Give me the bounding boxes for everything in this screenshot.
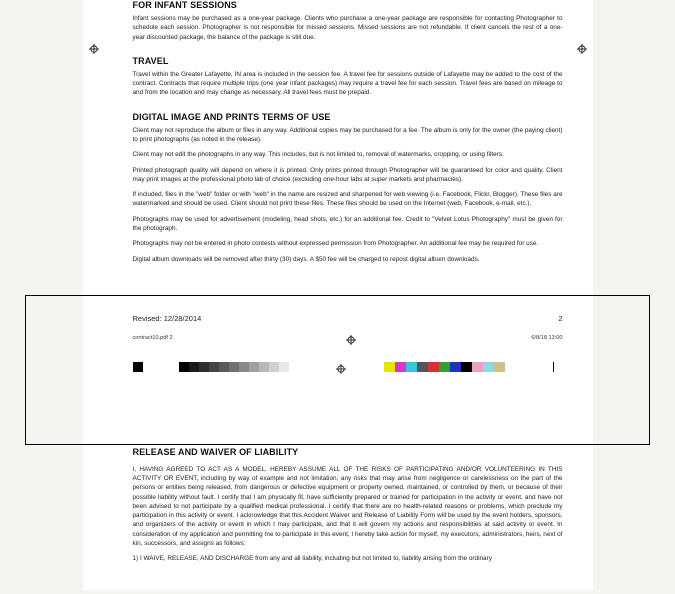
page-footer: Revised: 12/28/2014 2 (133, 314, 563, 323)
swatch (199, 362, 209, 372)
swatch (219, 362, 229, 372)
swatch (406, 362, 417, 372)
swatch (494, 362, 505, 372)
body-text: If included, files in the "web" folder o… (133, 190, 563, 209)
swatch (289, 362, 299, 372)
swatch (239, 362, 249, 372)
swatch (179, 362, 189, 372)
pdf-page-2: FOR INFANT SESSIONS Infant sessions may … (83, 0, 593, 393)
body-text: I, HAVING AGREED TO ACT AS A MODEL, HERE… (133, 465, 563, 549)
section-heading-digital: DIGITAL IMAGE AND PRINTS TERMS OF USE (133, 112, 563, 122)
pdf-page-3: RELEASE AND WAIVER OF LIABILITY I, HAVIN… (83, 393, 593, 590)
body-text: Digital album downloads will be removed … (133, 255, 563, 264)
swatch (461, 362, 472, 372)
section-heading-travel: TRAVEL (133, 56, 563, 66)
grayscale-ramp (179, 362, 299, 372)
swatch (189, 362, 199, 372)
swatch (384, 362, 395, 372)
crop-mark-icon (553, 362, 563, 372)
timestamp-label: 6/8/18 13:00 (531, 335, 562, 347)
print-info-row: contract10.pdf 2 6/8/18 13:00 (133, 333, 563, 349)
swatch (259, 362, 269, 372)
registration-mark-icon (346, 335, 358, 347)
section-heading-release: RELEASE AND WAIVER OF LIABILITY (133, 447, 563, 457)
swatch (279, 362, 289, 372)
swatch (450, 362, 461, 372)
swatch (209, 362, 219, 372)
swatch (269, 362, 279, 372)
body-text: 1) I WAIVE, RELEASE, AND DISCHARGE from … (133, 554, 563, 563)
calibration-strip (133, 361, 563, 373)
registration-mark-icon (89, 44, 99, 54)
swatch (505, 362, 516, 372)
body-text: Client may not edit the photographs in a… (133, 150, 563, 159)
swatch (428, 362, 439, 372)
body-text: Photographs may be used for advertisemen… (133, 215, 563, 234)
registration-mark-icon (577, 44, 587, 54)
body-text: Client may not reproduce the album or fi… (133, 126, 563, 145)
page-number: 2 (558, 314, 562, 323)
swatch (439, 362, 450, 372)
revised-date: Revised: 12/28/2014 (133, 314, 202, 323)
body-text: Printed photograph quality will depend o… (133, 166, 563, 185)
swatch (483, 362, 494, 372)
section-heading-infant: FOR INFANT SESSIONS (133, 0, 563, 10)
body-text: Travel within the Greater Lafayette, IN … (133, 70, 563, 98)
swatch (229, 362, 239, 372)
swatch (249, 362, 259, 372)
filename-label: contract10.pdf 2 (133, 335, 173, 347)
swatch (417, 362, 428, 372)
crop-mark-icon (133, 362, 143, 372)
swatch (472, 362, 483, 372)
swatch (395, 362, 406, 372)
registration-mark-icon (336, 361, 348, 373)
color-ramp (384, 362, 516, 372)
body-text: Infant sessions may be purchased as a on… (133, 14, 563, 42)
body-text: Photographs may not be entered in photo … (133, 239, 563, 248)
